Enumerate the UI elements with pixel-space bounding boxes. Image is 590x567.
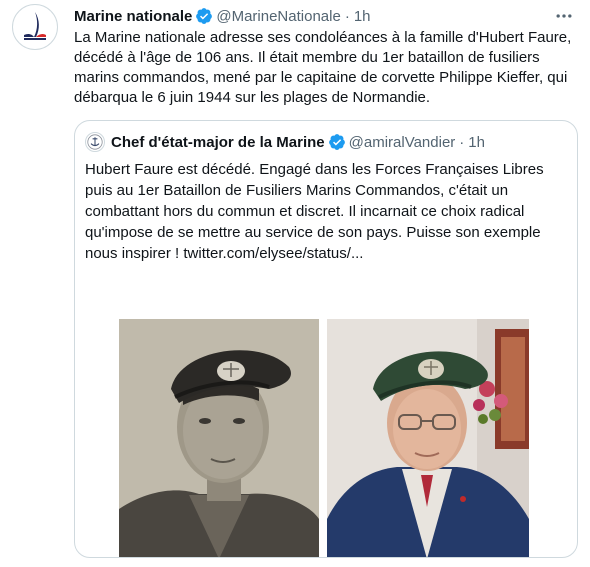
marine-logo-icon [16, 8, 54, 46]
anchor-emblem-icon [87, 134, 103, 150]
quoted-separator-dot: · [459, 133, 465, 151]
more-horizontal-icon[interactable] [552, 6, 576, 26]
quoted-verified-badge-icon [328, 133, 346, 151]
quoted-tweet-text: Hubert Faure est décédé. Engagé dans les… [85, 161, 544, 262]
quoted-author-avatar[interactable] [85, 132, 105, 152]
marine-nationale-avatar[interactable] [12, 4, 58, 50]
tweet-text: La Marine nationale adresse ses condoléa… [74, 29, 572, 106]
author-name[interactable]: Marine nationale [74, 8, 192, 25]
author-handle[interactable]: @MarineNationale [216, 8, 340, 25]
tweet[interactable]: Marine nationale @MarineNationale · 1h L… [0, 0, 590, 567]
quoted-tweet-time[interactable]: 1h [468, 134, 485, 151]
verified-badge-icon [195, 7, 213, 25]
photo-young-commando[interactable] [119, 319, 319, 557]
tweet-header: Marine nationale @MarineNationale · 1h [74, 6, 550, 26]
photo-veteran-hubert-faure[interactable] [327, 319, 529, 557]
quoted-tweet[interactable]: Chef d'état-major de la Marine @amiralVa… [74, 120, 578, 558]
quoted-author-name[interactable]: Chef d'état-major de la Marine [111, 134, 325, 151]
tweet-time[interactable]: 1h [354, 8, 371, 25]
separator-dot: · [344, 7, 350, 25]
quoted-tweet-header: Chef d'état-major de la Marine @amiralVa… [85, 131, 485, 153]
quoted-tweet-photos [119, 319, 529, 557]
quoted-author-handle[interactable]: @amiralVandier [349, 134, 456, 151]
